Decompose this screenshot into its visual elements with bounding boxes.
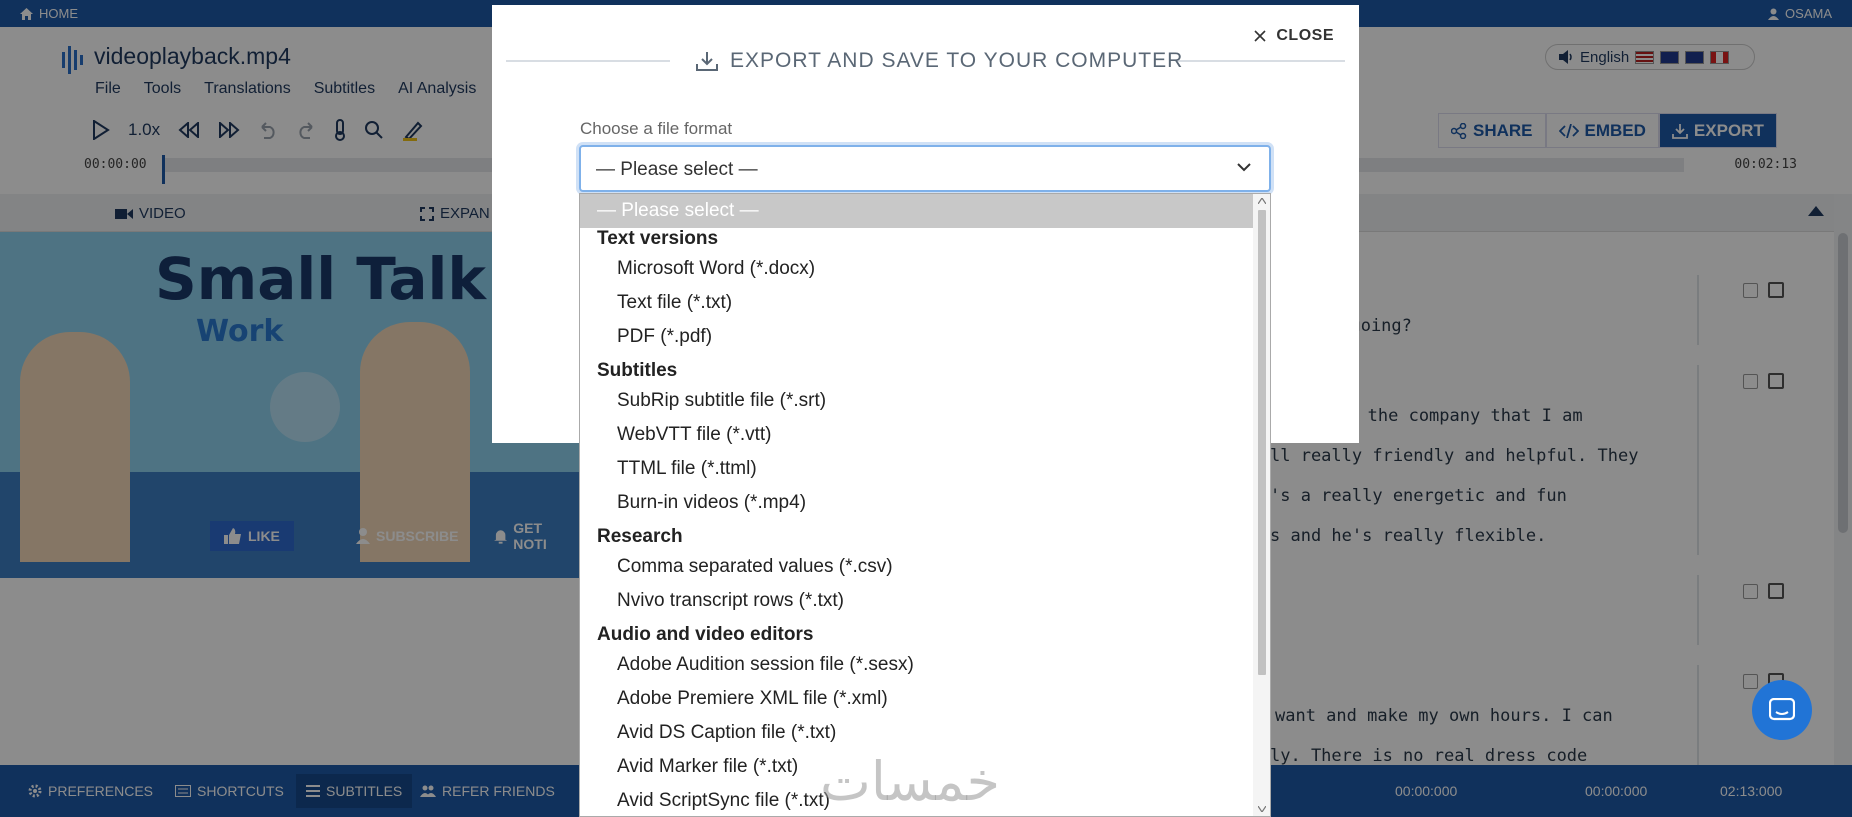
- chat-launcher[interactable]: [1752, 680, 1812, 740]
- dropdown-group-label: Subtitles: [597, 360, 678, 381]
- file-format-dropdown: — Please select — Text versions Microsof…: [579, 193, 1271, 817]
- dropdown-group-label: Text versions: [597, 228, 719, 249]
- dropdown-option[interactable]: SubRip subtitle file (*.srt): [580, 384, 1254, 418]
- file-format-label: Choose a file format: [580, 119, 733, 138]
- dropdown-option[interactable]: Adobe Audition session file (*.sesx): [580, 648, 1254, 682]
- divider: [506, 60, 670, 62]
- modal-title: EXPORT AND SAVE TO YOUR COMPUTER: [696, 49, 1183, 73]
- close-icon: [1254, 30, 1266, 42]
- dropdown-option[interactable]: Text file (*.txt): [580, 286, 1254, 320]
- dropdown-option[interactable]: PDF (*.pdf): [580, 320, 1254, 354]
- dropdown-option[interactable]: Comma separated values (*.csv): [580, 550, 1254, 584]
- dropdown-group-label: Audio and video editors: [597, 624, 814, 645]
- chat-icon: [1769, 698, 1795, 721]
- dropdown-option[interactable]: Adobe Premiere XML file (*.xml): [580, 682, 1254, 716]
- dropdown-option[interactable]: Microsoft Word (*.docx): [580, 252, 1254, 286]
- dropdown-group-label: Research: [597, 526, 683, 547]
- select-value: — Please select —: [596, 159, 758, 180]
- chevron-down-icon: [1237, 163, 1251, 172]
- download-icon: [696, 52, 718, 71]
- dropdown-option[interactable]: Burn-in videos (*.mp4): [580, 486, 1254, 520]
- divider: [1177, 60, 1345, 62]
- scroll-up-icon[interactable]: [1258, 198, 1266, 204]
- dropdown-scrollbar[interactable]: [1253, 194, 1270, 816]
- watermark-logo: خمسات: [820, 750, 1001, 813]
- dropdown-option[interactable]: Avid DS Caption file (*.txt): [580, 716, 1254, 750]
- dropdown-option[interactable]: TTML file (*.ttml): [580, 452, 1254, 486]
- file-format-select[interactable]: — Please select —: [579, 145, 1271, 192]
- dropdown-option[interactable]: Nvivo transcript rows (*.txt): [580, 584, 1254, 618]
- close-button[interactable]: CLOSE: [1254, 27, 1334, 45]
- dropdown-scrollbar-thumb[interactable]: [1258, 210, 1266, 675]
- scroll-down-icon[interactable]: [1258, 806, 1266, 812]
- dropdown-option[interactable]: WebVTT file (*.vtt): [580, 418, 1254, 452]
